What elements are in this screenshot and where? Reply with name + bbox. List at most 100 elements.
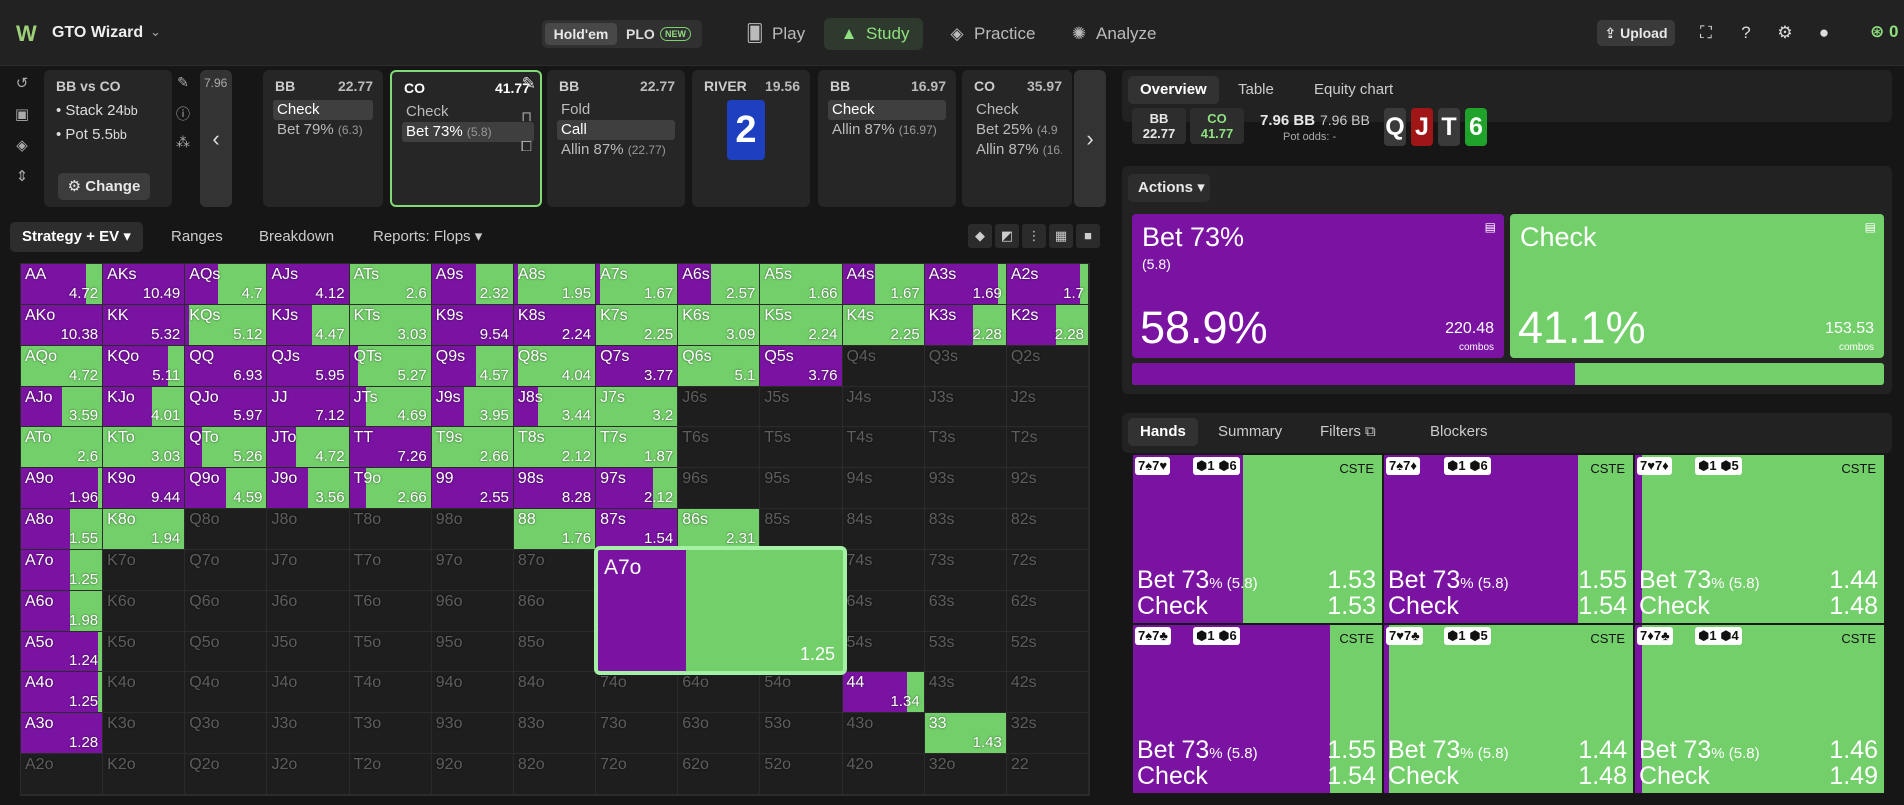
- tile-option[interactable]: Allin 87% (22.77): [557, 140, 675, 160]
- hand-cell-22[interactable]: 22: [1006, 754, 1089, 795]
- hand-cell-Q6o[interactable]: Q6o: [185, 590, 268, 632]
- hand-cell-72o[interactable]: 72o: [596, 754, 679, 795]
- tab-table[interactable]: Table: [1238, 76, 1274, 104]
- hand-cell-94s[interactable]: 94s: [842, 468, 925, 510]
- cube-icon[interactable]: ◆: [968, 224, 992, 248]
- hand-cell-64s[interactable]: 64s: [842, 590, 925, 632]
- hand-cell-T2s[interactable]: T2s: [1006, 427, 1089, 469]
- hand-cell-94o[interactable]: 94o: [431, 672, 514, 714]
- hand-cell-A4s[interactable]: A4s 1.67: [842, 264, 925, 305]
- tab-blockers[interactable]: Blockers: [1430, 418, 1488, 446]
- hand-cell-JTs[interactable]: JTs 4.69: [349, 386, 432, 428]
- hand-cell-K8o[interactable]: K8o 1.94: [103, 509, 186, 550]
- hand-cell-83o[interactable]: 83o: [513, 713, 597, 755]
- hand-cell-KJs[interactable]: KJs 4.47: [267, 304, 350, 346]
- hand-cell-92s[interactable]: 92s: [1006, 468, 1089, 510]
- tile-option[interactable]: Check: [402, 102, 534, 122]
- game-holdem-button[interactable]: Hold'em: [545, 23, 617, 45]
- hand-cell-J2o[interactable]: J2o: [267, 754, 350, 795]
- hand-cell-72s[interactable]: 72s: [1006, 549, 1089, 591]
- grid-icon[interactable]: ▦: [1049, 224, 1073, 248]
- save-icon[interactable]: ▣: [10, 103, 34, 127]
- hand-cell-42s[interactable]: 42s: [1006, 672, 1089, 714]
- hand-cell-74o[interactable]: 74o: [596, 672, 679, 714]
- hand-cell-K2s[interactable]: K2s 2.28: [1006, 304, 1089, 346]
- hand-cell-43o[interactable]: 43o: [842, 713, 925, 755]
- tile-option[interactable]: Call: [557, 120, 675, 140]
- hand-cell-KJo[interactable]: KJo 4.01: [103, 386, 186, 428]
- user-icon[interactable]: ●: [1813, 22, 1835, 44]
- hand-cell-QQ[interactable]: QQ 6.93: [185, 345, 268, 387]
- hand-cell-K8s[interactable]: K8s 2.24: [513, 304, 597, 346]
- hand-cell-73s[interactable]: 73s: [924, 549, 1007, 591]
- hand-cell-AJs[interactable]: AJs 4.12: [267, 264, 350, 305]
- tab-overview[interactable]: Overview: [1128, 76, 1219, 104]
- gto-wizard-logo[interactable]: W: [16, 22, 42, 46]
- hand-cell-K3o[interactable]: K3o: [103, 713, 186, 755]
- hand-cell-J5s[interactable]: J5s: [760, 386, 843, 428]
- hand-cell-J9o[interactable]: J9o 3.56: [267, 468, 350, 510]
- hand-cell-T9o[interactable]: T9o 2.66: [349, 468, 432, 510]
- hand-cell-J8o[interactable]: J8o: [267, 509, 350, 550]
- hand-cell-AA[interactable]: AA 4.72: [21, 264, 104, 305]
- hand-cell-T2o[interactable]: T2o: [349, 754, 432, 795]
- hand-cell-96s[interactable]: 96s: [678, 468, 761, 510]
- hand-cell-K4o[interactable]: K4o: [103, 672, 186, 714]
- pencil-icon[interactable]: ✎: [522, 74, 536, 94]
- hand-cell-54s[interactable]: 54s: [842, 631, 925, 673]
- hand-cell-T5s[interactable]: T5s: [760, 427, 843, 469]
- hand-cell-AKo[interactable]: AKo 10.38: [21, 304, 104, 346]
- hand-cell-J9s[interactable]: J9s 3.95: [431, 386, 514, 428]
- tab-breakdown[interactable]: Breakdown: [259, 222, 334, 252]
- hand-cell-Q7o[interactable]: Q7o: [185, 549, 268, 591]
- tile-option[interactable]: Allin 87% (16.97): [828, 120, 946, 140]
- tile-option[interactable]: Bet 79% (6.3): [273, 120, 373, 140]
- hand-combo[interactable]: 7♥7♣ ⬢1 ⬢5 CSTE Bet 73% (5.8) Check 1.44 1.48: [1383, 624, 1634, 794]
- screenshot-icon[interactable]: ⛶: [1695, 22, 1717, 44]
- hand-cell-63s[interactable]: 63s: [924, 590, 1007, 632]
- hand-cell-Q7s[interactable]: Q7s 3.77: [596, 345, 679, 387]
- hand-cell-Q2s[interactable]: Q2s: [1006, 345, 1089, 387]
- hand-cell-J3s[interactable]: J3s: [924, 386, 1007, 428]
- hand-cell-KTo[interactable]: KTo 3.03: [103, 427, 186, 469]
- hand-cell-ATo[interactable]: ATo 2.6: [21, 427, 104, 469]
- hand-cell-J4o[interactable]: J4o: [267, 672, 350, 714]
- hand-cell-63o[interactable]: 63o: [678, 713, 761, 755]
- hovered-hand-77[interactable]: A7o 1.25: [594, 546, 847, 675]
- hand-cell-33[interactable]: 33 1.43: [924, 713, 1007, 755]
- tab-reports-flops[interactable]: Reports: Flops ▾: [373, 222, 482, 252]
- hand-cell-98s[interactable]: 98s 8.28: [513, 468, 597, 510]
- hand-cell-T4o[interactable]: T4o: [349, 672, 432, 714]
- action-tile-1[interactable]: CO 41.77 Check Bet 73% (5.8) ✎ ⊓ ⧠: [390, 70, 542, 207]
- hand-cell-ATs[interactable]: ATs 2.6: [349, 264, 432, 305]
- hand-cell-Q2o[interactable]: Q2o: [185, 754, 268, 795]
- hand-cell-85s[interactable]: 85s: [760, 509, 843, 550]
- hand-combo[interactable]: 7♠7♣ ⬢1 ⬢6 CSTE Bet 73% (5.8) Check 1.55 1.54: [1132, 624, 1383, 794]
- nav-study[interactable]: ▲ Study: [824, 18, 924, 50]
- hand-cell-84s[interactable]: 84s: [842, 509, 925, 550]
- tab-filters[interactable]: Filters ⧉: [1320, 418, 1376, 446]
- hand-cell-Q3o[interactable]: Q3o: [185, 713, 268, 755]
- hand-cell-A5s[interactable]: A5s 1.66: [760, 264, 843, 305]
- hand-cell-QJo[interactable]: QJo 5.97: [185, 386, 268, 428]
- hand-combo[interactable]: 7♠7♦ ⬢1 ⬢6 CSTE Bet 73% (5.8) Check 1.55 1.54: [1383, 454, 1634, 624]
- reset-icon[interactable]: ↺: [10, 72, 34, 96]
- tab-hands[interactable]: Hands: [1128, 418, 1198, 446]
- hand-combo[interactable]: 7♠7♥ ⬢1 ⬢6 CSTE Bet 73% (5.8) Check 1.53 1.53: [1132, 454, 1383, 624]
- hand-cell-J8s[interactable]: J8s 3.44: [513, 386, 597, 428]
- hand-cell-J5o[interactable]: J5o: [267, 631, 350, 673]
- hand-cell-83s[interactable]: 83s: [924, 509, 1007, 550]
- hand-cell-J3o[interactable]: J3o: [267, 713, 350, 755]
- hand-cell-KQo[interactable]: KQo 5.11: [103, 345, 186, 387]
- hand-cell-96o[interactable]: 96o: [431, 590, 514, 632]
- hand-cell-T3o[interactable]: T3o: [349, 713, 432, 755]
- hand-cell-Q5o[interactable]: Q5o: [185, 631, 268, 673]
- tile-option[interactable]: Fold: [557, 100, 675, 120]
- tile-option[interactable]: Bet 73% (5.8): [402, 122, 534, 142]
- hand-cell-T7o[interactable]: T7o: [349, 549, 432, 591]
- hand-cell-95s[interactable]: 95s: [760, 468, 843, 510]
- hand-cell-K2o[interactable]: K2o: [103, 754, 186, 795]
- hand-cell-Q9o[interactable]: Q9o 4.59: [185, 468, 268, 510]
- nav-analyze[interactable]: ✺ Analyze: [1068, 18, 1157, 50]
- nodes-icon[interactable]: ⁂: [172, 134, 194, 156]
